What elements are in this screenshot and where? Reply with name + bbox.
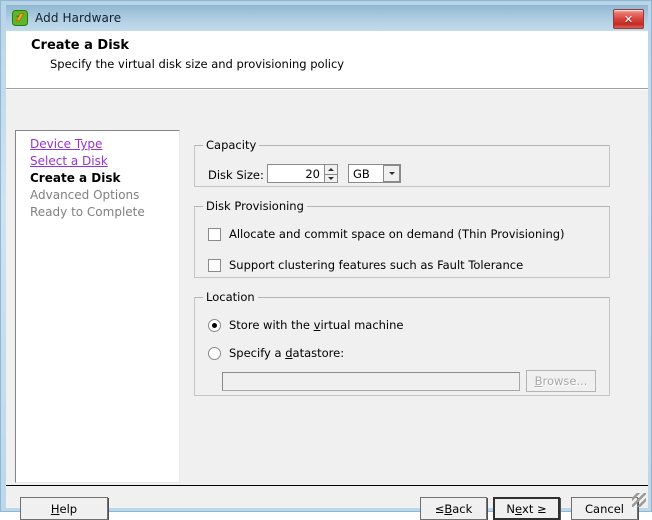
next-label-prefix: N (506, 502, 515, 516)
disk-size-unit-value: GB (349, 167, 383, 181)
resize-grip[interactable] (632, 493, 646, 507)
sidebar-item-advanced-options: Advanced Options (30, 187, 179, 204)
next-button[interactable]: Next ≥ (493, 497, 560, 520)
wizard-step-list: Device Type Select a Disk Create a Disk … (15, 130, 180, 483)
location-group: Location Store with the virtual machine … (194, 290, 610, 396)
specify-datastore-label: Specify a datastore: (229, 346, 344, 360)
store-with-vm-label-suffix: irtual machine (320, 318, 403, 332)
back-accelerator: B (444, 502, 452, 516)
fault-tolerance-row[interactable]: Support clustering features such as Faul… (208, 258, 523, 272)
store-with-vm-row[interactable]: Store with the virtual machine (208, 318, 404, 332)
disk-size-label: Disk Size: (208, 168, 264, 182)
dialog-footer: Help ≤ Back Next ≥ Cancel (6, 486, 648, 508)
disk-size-input[interactable]: 20 (267, 164, 324, 183)
disk-size-increment-button[interactable] (324, 164, 338, 174)
next-accelerator: e (515, 502, 522, 516)
disk-size-stepper[interactable] (324, 164, 338, 183)
capacity-group-legend: Capacity (203, 138, 259, 152)
thin-provisioning-checkbox[interactable] (208, 228, 221, 241)
thin-provisioning-row[interactable]: Allocate and commit space on demand (Thi… (208, 227, 565, 241)
page-title: Create a Disk (31, 38, 129, 53)
browse-button[interactable]: Browse... (526, 370, 596, 392)
disk-size-unit-select[interactable]: GB (348, 164, 401, 183)
wizard-content-pane: Capacity Disk Size: 20 GB (189, 130, 639, 483)
dialog-client-area: Create a Disk Specify the virtual disk s… (6, 31, 648, 508)
specify-datastore-accelerator: d (285, 346, 292, 360)
browse-accelerator: B (535, 374, 543, 388)
disk-provisioning-group-legend: Disk Provisioning (203, 199, 307, 213)
sidebar-item-select-a-disk[interactable]: Select a Disk (30, 153, 179, 170)
add-hardware-dialog: Add Hardware ✕ Create a Disk Specify the… (0, 0, 652, 512)
store-with-vm-label-prefix: Store with the (229, 318, 314, 332)
store-with-vm-radio[interactable] (208, 319, 221, 332)
help-accelerator: H (51, 502, 60, 516)
disk-provisioning-group: Disk Provisioning Allocate and commit sp… (194, 199, 610, 278)
specify-datastore-label-suffix: atastore: (293, 346, 345, 360)
wizard-body: Device Type Select a Disk Create a Disk … (6, 90, 648, 485)
chevron-down-icon (389, 172, 395, 175)
sidebar-item-device-type[interactable]: Device Type (30, 136, 179, 153)
browse-label-suffix: rowse... (542, 374, 587, 388)
fault-tolerance-label: Support clustering features such as Faul… (229, 258, 523, 272)
disk-size-decrement-button[interactable] (324, 174, 338, 184)
disk-size-value: 20 (305, 167, 324, 181)
help-button[interactable]: Help (20, 497, 108, 520)
back-button[interactable]: ≤ Back (420, 497, 487, 520)
wizard-header: Create a Disk Specify the virtual disk s… (6, 31, 648, 88)
close-icon: ✕ (624, 14, 633, 25)
cancel-button[interactable]: Cancel (571, 497, 638, 520)
store-with-vm-label: Store with the virtual machine (229, 318, 404, 332)
sidebar-item-create-a-disk[interactable]: Create a Disk (30, 170, 179, 187)
sidebar-item-ready-to-complete: Ready to Complete (30, 204, 179, 221)
next-label-suffix: xt ≥ (522, 502, 547, 516)
thin-provisioning-label: Allocate and commit space on demand (Thi… (229, 227, 565, 241)
close-button[interactable]: ✕ (613, 9, 644, 29)
add-hardware-icon (12, 10, 28, 26)
specify-datastore-radio[interactable] (208, 347, 221, 360)
back-label-prefix: ≤ (435, 502, 445, 516)
combo-dropdown-button[interactable] (383, 165, 400, 182)
specify-datastore-label-prefix: Specify a (229, 346, 285, 360)
page-subtitle: Specify the virtual disk size and provis… (50, 57, 344, 71)
back-label-suffix: ack (452, 502, 472, 516)
capacity-group: Capacity Disk Size: 20 GB (194, 138, 610, 187)
location-group-legend: Location (203, 290, 258, 304)
chevron-up-icon (328, 168, 334, 171)
help-label-suffix: elp (60, 502, 78, 516)
datastore-path-input[interactable] (222, 372, 520, 391)
chevron-down-icon (328, 177, 334, 180)
fault-tolerance-checkbox[interactable] (208, 259, 221, 272)
specify-datastore-row[interactable]: Specify a datastore: (208, 346, 344, 360)
window-title: Add Hardware (35, 11, 121, 25)
title-bar[interactable]: Add Hardware ✕ (6, 5, 648, 31)
